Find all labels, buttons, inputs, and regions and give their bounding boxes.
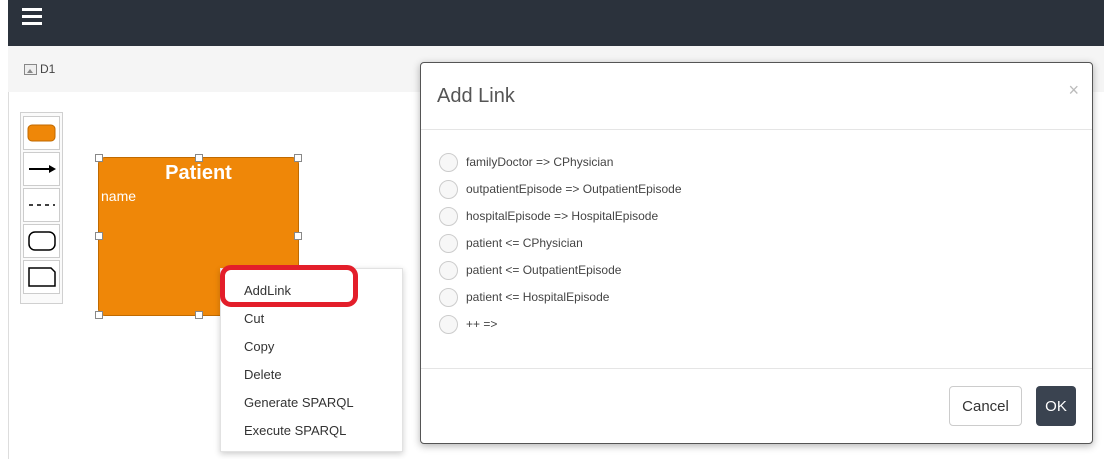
dialog-header: Add Link × xyxy=(421,63,1092,130)
resize-handle[interactable] xyxy=(95,232,103,240)
resize-handle[interactable] xyxy=(95,154,103,162)
radio-button[interactable] xyxy=(439,233,458,253)
solid-arrow-icon xyxy=(28,165,56,173)
dialog-footer: Cancel OK xyxy=(421,368,1092,444)
link-option-label: outpatientEpisode => OutpatientEpisode xyxy=(466,182,682,196)
radio-button[interactable] xyxy=(439,314,458,334)
resize-handle[interactable] xyxy=(294,154,302,162)
close-icon[interactable]: × xyxy=(1068,80,1079,101)
link-option-label: ++ => xyxy=(466,317,498,331)
palette-note-box[interactable] xyxy=(23,260,60,294)
link-option-label: patient <= OutpatientEpisode xyxy=(466,263,622,277)
filled-rounded-rect-icon xyxy=(27,124,56,142)
resize-handle[interactable] xyxy=(195,311,203,319)
add-link-dialog: Add Link × familyDoctor => CPhysician ou… xyxy=(420,62,1093,444)
rounded-rect-outline-icon xyxy=(27,231,56,251)
resize-handle[interactable] xyxy=(195,154,203,162)
link-option[interactable]: outpatientEpisode => OutpatientEpisode xyxy=(439,178,682,200)
radio-button[interactable] xyxy=(439,152,458,172)
node-title: Patient xyxy=(165,162,232,184)
resize-handle[interactable] xyxy=(294,232,302,240)
cancel-button[interactable]: Cancel xyxy=(949,386,1022,426)
link-option-label: patient <= CPhysician xyxy=(466,236,583,250)
link-option[interactable]: familyDoctor => CPhysician xyxy=(439,151,613,173)
menu-item-cut[interactable]: Cut xyxy=(244,311,264,326)
menu-item-delete[interactable]: Delete xyxy=(244,367,282,382)
ok-button[interactable]: OK xyxy=(1036,386,1076,426)
diagram-tab[interactable]: D1 xyxy=(24,62,55,76)
node-attribute: name xyxy=(101,188,137,204)
dashed-line-icon xyxy=(28,204,55,206)
palette-class-shape[interactable] xyxy=(23,116,60,150)
palette-dashed-line[interactable] xyxy=(23,188,60,222)
radio-button[interactable] xyxy=(439,179,458,199)
menu-item-copy[interactable]: Copy xyxy=(244,339,274,354)
shape-palette xyxy=(20,112,63,304)
context-menu: AddLink Cut Copy Delete Generate SPARQL … xyxy=(220,268,403,452)
link-option[interactable]: ++ => xyxy=(439,313,497,335)
link-option[interactable]: patient <= OutpatientEpisode xyxy=(439,259,621,281)
menu-item-addlink[interactable]: AddLink xyxy=(244,283,291,298)
dialog-title: Add Link xyxy=(437,85,515,107)
link-option-label: familyDoctor => CPhysician xyxy=(466,155,614,169)
radio-button[interactable] xyxy=(439,260,458,280)
palette-rounded-box[interactable] xyxy=(23,224,60,258)
link-option[interactable]: hospitalEpisode => HospitalEpisode xyxy=(439,205,658,227)
radio-button[interactable] xyxy=(439,206,458,226)
top-bar xyxy=(8,0,1104,46)
menu-item-generate-sparql[interactable]: Generate SPARQL xyxy=(244,395,354,410)
link-option-label: hospitalEpisode => HospitalEpisode xyxy=(466,209,659,223)
hamburger-menu-icon[interactable] xyxy=(22,8,42,26)
folded-note-icon xyxy=(27,267,56,287)
menu-item-execute-sparql[interactable]: Execute SPARQL xyxy=(244,423,346,438)
link-option[interactable]: patient <= HospitalEpisode xyxy=(439,286,609,308)
image-icon xyxy=(24,63,37,75)
link-option-label: patient <= HospitalEpisode xyxy=(466,290,610,304)
radio-button[interactable] xyxy=(439,287,458,307)
diagram-tab-label: D1 xyxy=(40,62,56,76)
resize-handle[interactable] xyxy=(95,311,103,319)
palette-association-arrow[interactable] xyxy=(23,152,60,186)
link-option[interactable]: patient <= CPhysician xyxy=(439,232,583,254)
